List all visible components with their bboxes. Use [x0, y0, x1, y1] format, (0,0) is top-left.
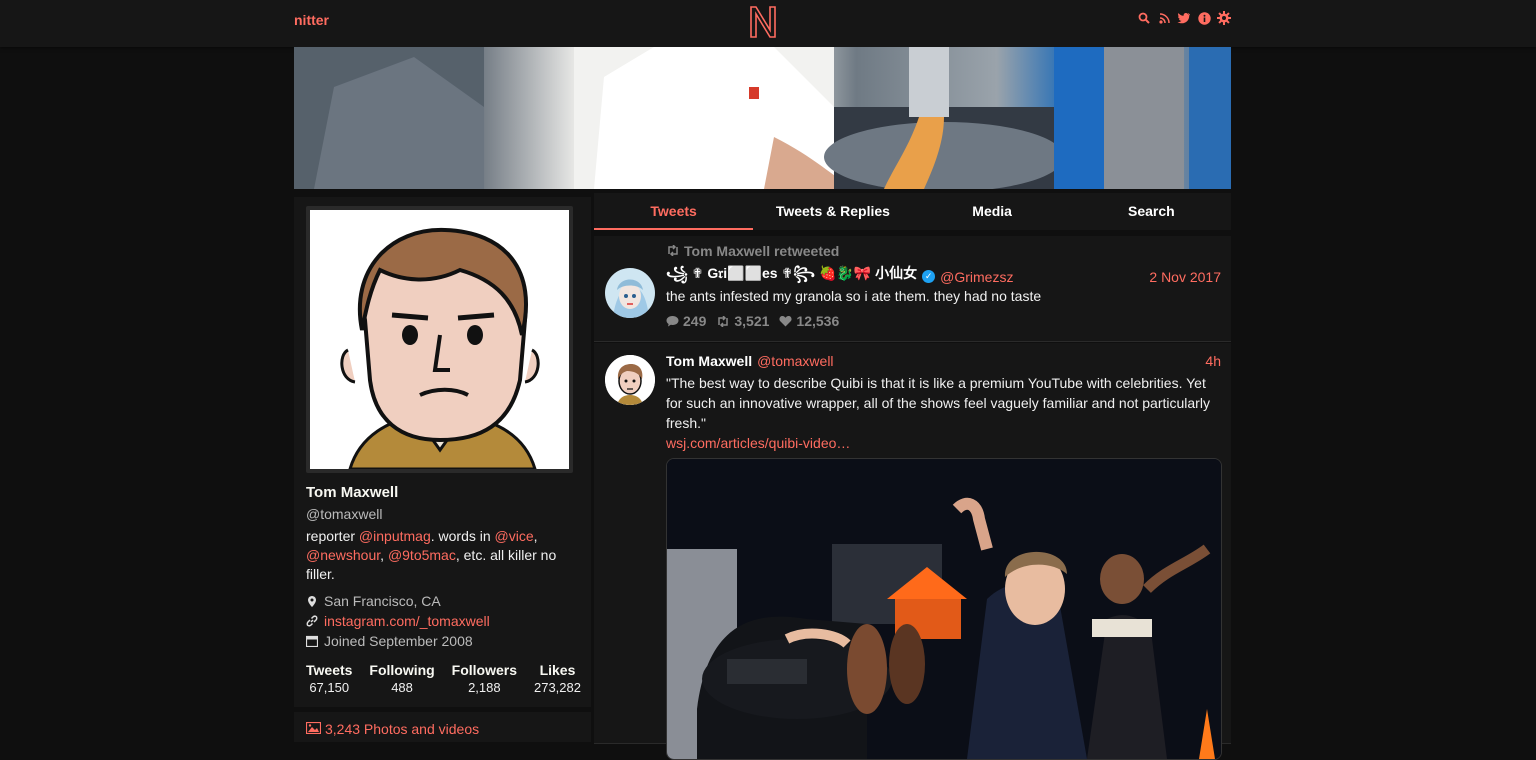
heart-icon	[779, 315, 792, 327]
like-count[interactable]: 12,536	[779, 313, 839, 329]
nitter-logo-icon[interactable]	[748, 4, 778, 40]
tweet-author-avatar[interactable]	[605, 355, 655, 405]
stat-following[interactable]: Following 488	[369, 662, 434, 695]
rss-icon[interactable]	[1157, 11, 1171, 25]
bio-link-newshour[interactable]: @newshour	[306, 547, 380, 563]
profile-banner-image[interactable]	[294, 47, 1231, 189]
tweet-link[interactable]: wsj.com/articles/quibi-video…	[666, 433, 1221, 453]
retweet-count[interactable]: 3,521	[716, 313, 769, 329]
profile-name: Tom Maxwell	[306, 484, 399, 501]
search-icon[interactable]	[1137, 11, 1151, 25]
twitter-icon[interactable]	[1177, 11, 1191, 25]
bio-link-inputmag[interactable]: @inputmag	[359, 528, 431, 544]
gear-icon[interactable]	[1217, 11, 1231, 25]
tweet-text: "The best way to describe Quibi is that …	[666, 375, 1210, 431]
timeline-tabs: Tweets Tweets & Replies Media Search	[594, 193, 1231, 230]
bio-link-vice[interactable]: @vice	[495, 528, 534, 544]
tweet-author-avatar[interactable]	[605, 268, 655, 318]
tab-media[interactable]: Media	[913, 193, 1072, 230]
profile-joined-date: Joined September 2008	[324, 633, 473, 649]
profile-bio: reporter @inputmag. words in @vice, @new…	[306, 528, 557, 582]
stat-tweets[interactable]: Tweets 67,150	[306, 662, 352, 695]
tweet-author-handle[interactable]: @tomaxwell	[757, 353, 833, 369]
tweet-stats: 249 3,521 12,536	[666, 313, 839, 329]
retweet-icon	[666, 243, 680, 259]
stat-followers[interactable]: Followers 2,188	[452, 662, 517, 695]
verified-badge-icon: ✓	[922, 270, 936, 283]
profile-stats: Tweets 67,150 Following 488 Followers 2,188…	[306, 662, 581, 695]
timeline-tweet[interactable]: Tom Maxwell retweeted ꧁ ✟ G𝔯i⬜⬜es ✟꧂ 🍓🐉🎀…	[594, 236, 1231, 342]
tweet-date[interactable]: 2 Nov 2017	[1149, 269, 1221, 285]
top-navbar: nitter	[0, 0, 1536, 47]
link-icon	[306, 615, 318, 627]
profile-location: San Francisco, CA	[324, 593, 441, 609]
brand-link[interactable]: nitter	[294, 12, 329, 28]
tab-tweets[interactable]: Tweets	[594, 193, 754, 230]
bio-link-9to5mac[interactable]: @9to5mac	[388, 547, 456, 563]
profile-avatar[interactable]	[306, 206, 573, 473]
info-icon[interactable]	[1197, 11, 1211, 25]
retweet-header: Tom Maxwell retweeted	[666, 243, 839, 259]
profile-meta: San Francisco, CA instagram.com/_tomaxwe…	[306, 591, 490, 651]
calendar-icon	[306, 635, 318, 647]
photos-count-link[interactable]: 3,243 Photos and videos	[325, 721, 479, 737]
tab-search[interactable]: Search	[1072, 193, 1231, 230]
tab-tweets-and-replies[interactable]: Tweets & Replies	[753, 193, 912, 230]
comment-icon	[666, 316, 679, 327]
tweet-media-image[interactable]	[666, 458, 1222, 760]
timeline-tweet[interactable]: Tom Maxwell @tomaxwell 4h "The best way …	[594, 343, 1231, 760]
profile-handle: @tomaxwell	[306, 506, 383, 522]
location-pin-icon	[306, 595, 318, 607]
stat-likes[interactable]: Likes 273,282	[534, 662, 581, 695]
tweet-text: the ants infested my granola so i ate th…	[666, 288, 1042, 304]
tweet-author-name[interactable]: Tom Maxwell	[666, 353, 752, 369]
profile-card: Tom Maxwell @tomaxwell reporter @inputma…	[294, 197, 591, 707]
profile-website-link[interactable]: instagram.com/_tomaxwell	[324, 613, 490, 629]
tweet-date[interactable]: 4h	[1205, 353, 1221, 369]
reply-count[interactable]: 249	[666, 313, 706, 329]
image-icon	[305, 721, 322, 737]
retweet-icon	[718, 315, 729, 327]
tweet-author-handle[interactable]: @Grimezsz	[940, 269, 1013, 285]
